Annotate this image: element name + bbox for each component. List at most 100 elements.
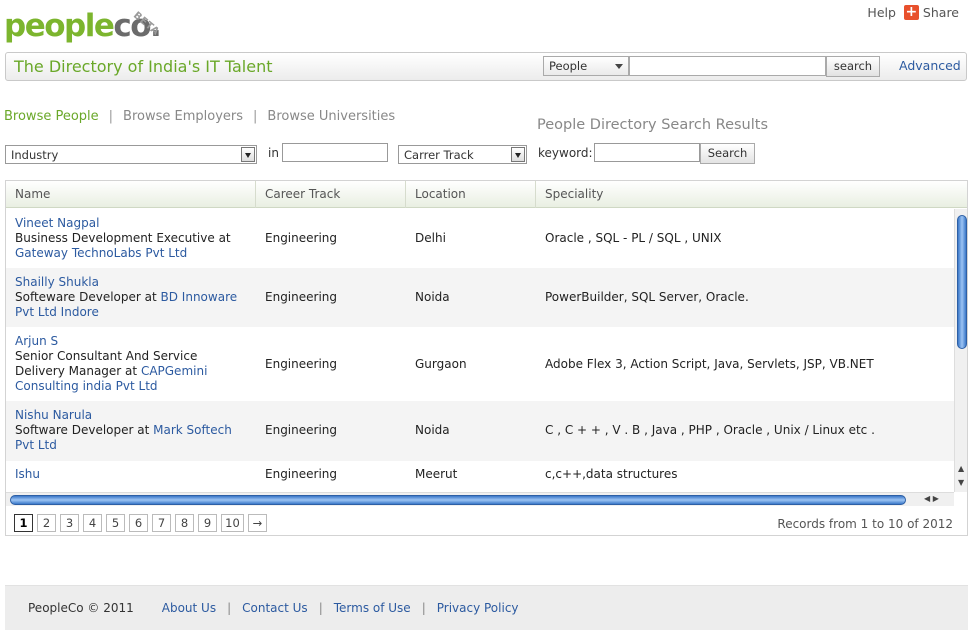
dropdown-arrow-icon (241, 147, 255, 162)
location-cell: Meerut (415, 467, 458, 481)
table-row: Ishu Engineering Meerut c,c++,data struc… (6, 461, 954, 492)
career-track-select[interactable]: Carrer Track (398, 145, 527, 164)
career-track-cell: Engineering (265, 290, 337, 304)
career-track-cell: Engineering (265, 423, 337, 437)
location-cell: Delhi (415, 231, 446, 245)
horizontal-scrollbar[interactable]: ◀ ▶ (6, 492, 954, 506)
help-link[interactable]: Help (867, 5, 896, 20)
career-track-cell: Engineering (265, 467, 337, 481)
site-tagline: The Directory of India's IT Talent (14, 57, 273, 76)
records-count: Records from 1 to 10 of 2012 (777, 517, 953, 531)
keyword-input[interactable] (594, 143, 700, 162)
in-label: in (268, 146, 279, 160)
vertical-scroll-thumb[interactable] (957, 215, 967, 349)
page-6-button[interactable]: 6 (129, 514, 148, 532)
person-cell: Ishu (15, 467, 245, 482)
person-title: Business Development Executive at (15, 231, 231, 245)
top-links: Help + Share (867, 5, 959, 20)
person-name-link[interactable]: Shailly Shukla (15, 275, 245, 290)
results-table: Name Career Track Location Speciality Vi… (5, 180, 968, 536)
advanced-search-link[interactable]: Advanced (899, 58, 961, 73)
browse-nav: Browse People | Browse Employers | Brows… (4, 109, 395, 124)
speciality-cell: Oracle , SQL - PL / SQL , UNIX (545, 231, 722, 245)
page-7-button[interactable]: 7 (152, 514, 171, 532)
table-row: Nishu Narula Software Developer at Mark … (6, 401, 954, 461)
search-input[interactable] (629, 56, 826, 76)
copyright: PeopleCo © 2011 (28, 601, 134, 615)
tab-browse-universities[interactable]: Browse Universities (267, 109, 395, 124)
table-header: Name Career Track Location Speciality (6, 181, 967, 208)
table-row: Shailly Shukla Softeware Developer at BD… (6, 268, 954, 327)
page-8-button[interactable]: 8 (175, 514, 194, 532)
career-track-value: Carrer Track (404, 148, 474, 162)
column-header-location[interactable]: Location (406, 181, 536, 208)
table-row: Arjun S Senior Consultant And Service De… (6, 327, 954, 401)
logo-people: people (4, 8, 115, 44)
tab-browse-people[interactable]: Browse People (4, 109, 99, 124)
page-4-button[interactable]: 4 (83, 514, 102, 532)
nav-separator: | (108, 109, 114, 124)
table-row: Vineet Nagpal Business Development Execu… (6, 209, 954, 268)
search-button[interactable]: search (826, 56, 880, 77)
scroll-up-arrow-icon[interactable]: ▲ (958, 464, 964, 473)
results-title: People Directory Search Results (537, 117, 769, 133)
title-bar: The Directory of India's IT Talent Peopl… (5, 52, 967, 81)
search-type-value: People (549, 59, 588, 73)
column-header-career-track[interactable]: Career Track (256, 181, 406, 208)
footer-link-terms-of-use[interactable]: Terms of Use (334, 601, 411, 615)
share-plus-icon[interactable]: + (903, 5, 919, 20)
footer-separator: | (318, 601, 323, 615)
footer: PeopleCo © 2011 About Us | Contact Us | … (5, 585, 968, 630)
person-name-link[interactable]: Nishu Narula (15, 408, 245, 423)
column-header-speciality[interactable]: Speciality (536, 181, 967, 208)
page-1-button[interactable]: 1 (14, 514, 33, 532)
search-type-select[interactable]: People (543, 56, 629, 76)
keyword-label: keyword: (538, 146, 593, 160)
pagination: 1 2 3 4 5 6 7 8 9 10 → (14, 514, 271, 532)
person-name-link[interactable]: Vineet Nagpal (15, 216, 245, 231)
person-title: Software Developer at (15, 423, 150, 437)
industry-value: Industry (11, 148, 59, 162)
vertical-scrollbar[interactable]: ▲ ▼ (954, 209, 967, 492)
industry-select[interactable]: Industry (5, 145, 257, 164)
page-2-button[interactable]: 2 (37, 514, 56, 532)
footer-link-contact-us[interactable]: Contact Us (242, 601, 308, 615)
horizontal-scroll-thumb[interactable] (10, 495, 906, 505)
person-name-link[interactable]: Ishu (15, 467, 245, 482)
career-track-cell: Engineering (265, 231, 337, 245)
person-cell: Arjun S Senior Consultant And Service De… (15, 334, 245, 394)
peopleco-logo[interactable]: peopleco. BETA (4, 4, 164, 48)
person-title: Softeware Developer at (15, 290, 157, 304)
location-input[interactable] (282, 143, 388, 162)
speciality-cell: C , C + + , V . B , Java , PHP , Oracle … (545, 423, 875, 437)
share-link[interactable]: Share (923, 5, 959, 20)
speciality-cell: Adobe Flex 3, Action Script, Java, Servl… (545, 357, 874, 371)
tab-browse-employers[interactable]: Browse Employers (123, 109, 243, 124)
footer-link-about-us[interactable]: About Us (162, 601, 216, 615)
location-cell: Noida (415, 423, 450, 437)
person-cell: Shailly Shukla Softeware Developer at BD… (15, 275, 245, 320)
speciality-cell: c,c++,data structures (545, 467, 678, 481)
person-name-link[interactable]: Arjun S (15, 334, 245, 349)
company-link[interactable]: Gateway TechnoLabs Pvt Ltd (15, 246, 187, 260)
location-cell: Noida (415, 290, 450, 304)
career-track-cell: Engineering (265, 357, 337, 371)
person-cell: Vineet Nagpal Business Development Execu… (15, 216, 245, 261)
footer-link-privacy-policy[interactable]: Privacy Policy (437, 601, 519, 615)
nav-separator: | (253, 109, 258, 124)
scroll-left-right-arrow-icons[interactable]: ◀ ▶ (924, 494, 939, 503)
person-cell: Nishu Narula Software Developer at Mark … (15, 408, 245, 453)
keyword-search-button[interactable]: Search (700, 143, 755, 164)
dropdown-arrow-icon (615, 64, 623, 69)
table-body: Vineet Nagpal Business Development Execu… (6, 209, 954, 492)
speciality-cell: PowerBuilder, SQL Server, Oracle. (545, 290, 749, 304)
page-5-button[interactable]: 5 (106, 514, 125, 532)
page-10-button[interactable]: 10 (221, 514, 244, 532)
scroll-down-arrow-icon[interactable]: ▼ (958, 478, 964, 487)
footer-separator: | (421, 601, 426, 615)
next-page-arrow-icon[interactable]: → (248, 514, 267, 532)
dropdown-arrow-icon (511, 147, 525, 162)
column-header-name[interactable]: Name (6, 181, 256, 208)
page-3-button[interactable]: 3 (60, 514, 79, 532)
page-9-button[interactable]: 9 (198, 514, 217, 532)
